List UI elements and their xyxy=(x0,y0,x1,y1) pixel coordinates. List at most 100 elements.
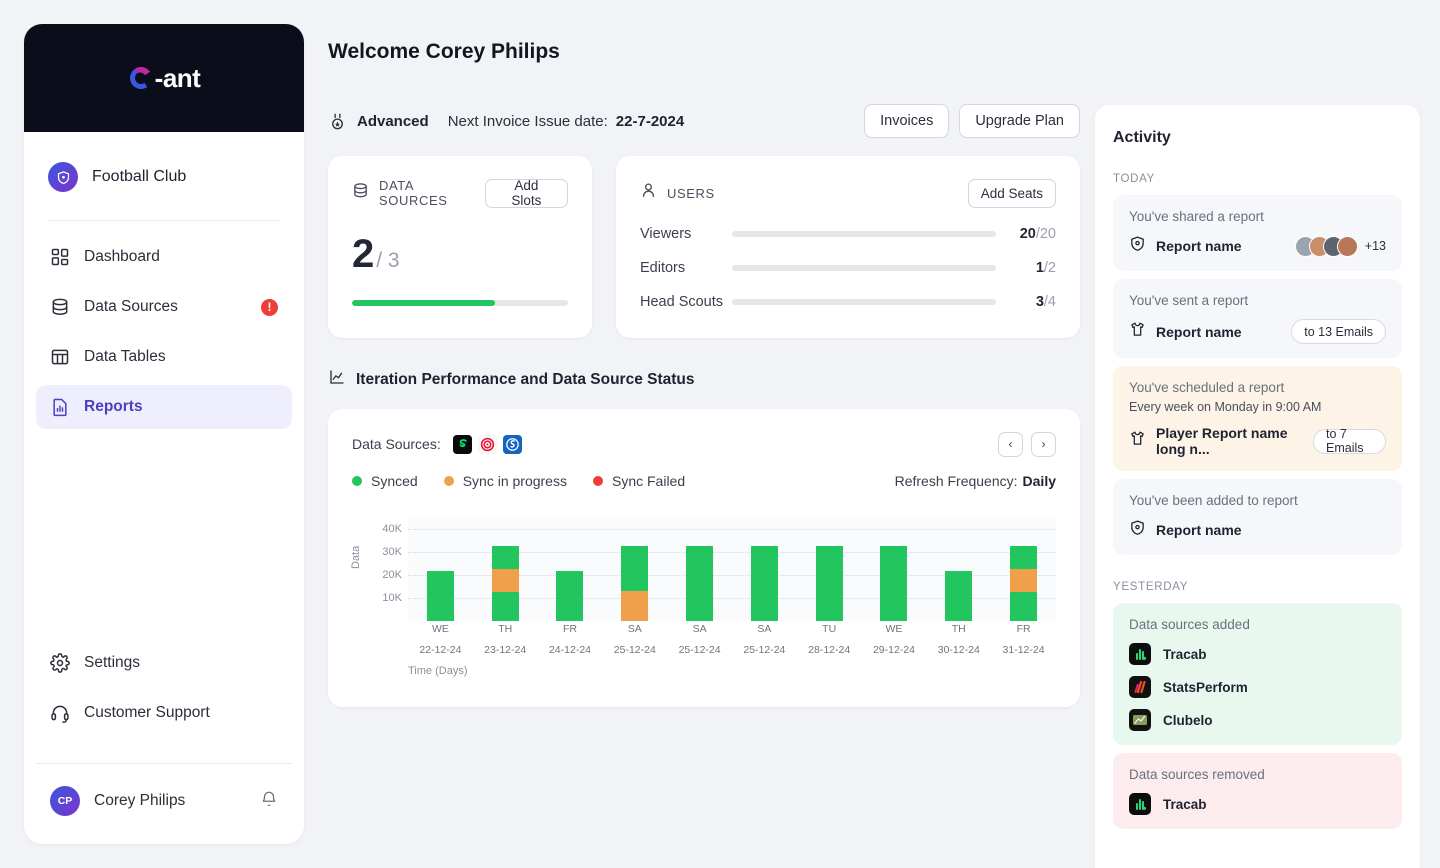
chart-section-title: Iteration Performance and Data Source St… xyxy=(356,370,695,388)
data-source-row[interactable]: Tracab xyxy=(1129,643,1386,665)
bar-column[interactable] xyxy=(991,517,1056,621)
x-axis-tick: SA 25-12-24 xyxy=(602,623,667,656)
activity-item[interactable]: Data sources added Tracab StatsPerform Club… xyxy=(1113,603,1402,745)
bar-column[interactable] xyxy=(667,517,732,621)
bar-column[interactable] xyxy=(408,517,473,621)
medal-icon xyxy=(328,112,347,131)
stacked-bar[interactable] xyxy=(945,571,973,621)
bell-icon[interactable] xyxy=(260,790,278,813)
activity-item[interactable]: You've been added to report Report name xyxy=(1113,479,1402,555)
user-role-row: Editors 1/2 xyxy=(640,260,1056,276)
x-axis-date: 30-12-24 xyxy=(937,644,980,656)
sidebar-item-data-sources[interactable]: Data Sources ! xyxy=(36,285,292,329)
instat-icon[interactable] xyxy=(502,434,522,454)
stacked-bar[interactable] xyxy=(426,571,454,621)
sidebar-item-reports[interactable]: Reports xyxy=(36,385,292,429)
sidebar-item-customer-support[interactable]: Customer Support xyxy=(36,691,292,735)
opta-icon[interactable] xyxy=(477,434,497,454)
activity-item-head: You've shared a report xyxy=(1129,209,1264,224)
data-sources-progress-track xyxy=(352,300,568,306)
x-axis-tick: WE 29-12-24 xyxy=(862,623,927,656)
page-title: Welcome Corey Philips xyxy=(328,40,560,63)
activity-item-body: Report name +13 xyxy=(1129,235,1386,257)
add-seats-button[interactable]: Add Seats xyxy=(967,178,1056,208)
stacked-bar[interactable] xyxy=(750,545,778,621)
bar-column[interactable] xyxy=(732,517,797,621)
chart-bars xyxy=(408,517,1056,621)
y-axis-tick: 40K xyxy=(382,522,402,535)
bar-column[interactable] xyxy=(862,517,927,621)
status-badge: ! xyxy=(261,298,278,316)
bar-column[interactable] xyxy=(926,517,991,621)
data-source-row[interactable]: StatsPerform xyxy=(1129,676,1386,698)
source-icon-list xyxy=(452,434,522,454)
sidebar-item-dashboard[interactable]: Dashboard xyxy=(36,235,292,279)
avatar-stack[interactable]: +13 xyxy=(1294,235,1386,257)
bar-column[interactable] xyxy=(797,517,862,621)
stacked-bar[interactable] xyxy=(621,545,649,621)
user-role-count: 3/4 xyxy=(1035,294,1056,310)
bar-segment xyxy=(815,545,843,621)
x-axis-day: TH xyxy=(498,623,513,635)
user-icon xyxy=(640,182,657,204)
activity-group-label: YESTERDAY xyxy=(1113,581,1189,593)
x-axis-tick-labels: WE 22-12-24 TH 23-12-24 FR 24-12-24 SA 25-12-24… xyxy=(408,623,1056,656)
stacked-bar[interactable] xyxy=(686,545,714,621)
data-source-row[interactable]: Tracab xyxy=(1129,793,1386,815)
brand-name: -ant xyxy=(154,63,201,93)
activity-item[interactable]: You've shared a report Report name +13 xyxy=(1113,195,1402,271)
data-source-row[interactable]: Clubelo xyxy=(1129,709,1386,731)
jersey-icon xyxy=(1129,430,1146,452)
user-role-progress-track xyxy=(732,265,996,271)
table-icon xyxy=(50,347,70,367)
activity-item[interactable]: You've scheduled a report Every week on M… xyxy=(1113,366,1402,471)
sidebar-nav: Dashboard Data Sources ! Data Tables Rep… xyxy=(24,221,304,435)
summary-cards: DATA SOURCES Add Slots 2 / 3 USERS Add S… xyxy=(328,156,1080,338)
add-slots-button[interactable]: Add Slots xyxy=(484,178,568,208)
activity-item[interactable]: You've sent a report Report name to 13 Ema… xyxy=(1113,279,1402,358)
bar-column[interactable] xyxy=(473,517,538,621)
bar-column[interactable] xyxy=(602,517,667,621)
stacked-bar[interactable] xyxy=(880,545,908,621)
chevron-left-icon[interactable]: ‹ xyxy=(998,431,1023,457)
org-switcher[interactable]: Football Club xyxy=(24,132,304,192)
bar-segment xyxy=(1010,545,1038,570)
recipients-pill[interactable]: to 13 Emails xyxy=(1291,319,1386,344)
bar-segment xyxy=(491,545,519,570)
tracab-icon xyxy=(1129,793,1151,815)
chart-legend-row: Synced Sync in progress Sync Failed Refr… xyxy=(352,471,1056,491)
data-source-name: StatsPerform xyxy=(1163,679,1248,695)
sidebar-item-label: Reports xyxy=(84,398,143,415)
bar-segment xyxy=(621,590,649,621)
sidebar-nav-bottom: Settings Customer Support xyxy=(24,641,304,741)
upgrade-plan-button[interactable]: Upgrade Plan xyxy=(959,104,1080,138)
legend-item-sync-failed: Sync Failed xyxy=(592,473,685,489)
avatar xyxy=(1336,235,1358,257)
chevron-right-icon[interactable]: › xyxy=(1031,431,1056,457)
activity-item-head: Data sources added xyxy=(1129,617,1250,632)
data-source-name: Tracab xyxy=(1163,646,1207,662)
users-card-title: USERS xyxy=(667,185,715,201)
chart-sources-row: Data Sources: ‹ › xyxy=(352,431,1056,457)
bar-column[interactable] xyxy=(538,517,603,621)
brand-header: -ant xyxy=(24,24,304,132)
chart-pagination: ‹ › xyxy=(998,431,1056,457)
x-axis-date: 25-12-24 xyxy=(613,644,656,656)
recipients-pill[interactable]: to 7 Emails xyxy=(1313,427,1386,455)
stacked-bar[interactable] xyxy=(815,545,843,621)
sidebar-item-data-tables[interactable]: Data Tables xyxy=(36,335,292,379)
stacked-bar[interactable] xyxy=(491,545,519,621)
stacked-bar[interactable] xyxy=(556,571,584,621)
y-axis-title: Data xyxy=(350,545,362,569)
data-sources-total: / 3 xyxy=(376,249,400,272)
statsbomb-icon[interactable] xyxy=(452,434,472,454)
activity-item[interactable]: Data sources removed Tracab xyxy=(1113,753,1402,829)
activity-report-name: Report name xyxy=(1156,323,1242,340)
stacked-bar[interactable] xyxy=(1010,545,1038,621)
invoices-button[interactable]: Invoices xyxy=(864,104,950,138)
users-rows: Viewers 20/20 Editors 1/2 Head Scouts 3/4 xyxy=(640,226,1056,310)
user-profile[interactable]: CP Corey Philips xyxy=(24,764,304,844)
sidebar-item-settings[interactable]: Settings xyxy=(36,641,292,685)
activity-item-body: Report name xyxy=(1129,519,1386,541)
bar-segment xyxy=(621,545,649,591)
